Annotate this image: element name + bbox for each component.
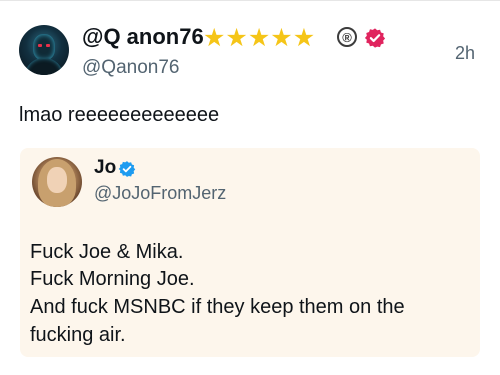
registered-icon: ®	[337, 27, 357, 47]
avatar-eye	[38, 44, 42, 47]
quoted-post-text-line: fucking air.	[30, 324, 126, 346]
quoted-author-display-name[interactable]: Jo	[94, 157, 116, 179]
quoted-post-text-line: And fuck MSNBC if they keep them on the	[30, 296, 405, 318]
quoted-author-avatar[interactable]	[32, 157, 82, 207]
avatar-face	[33, 34, 55, 60]
quoted-author-handle[interactable]: @JoJoFromJerz	[94, 183, 226, 204]
avatar-eye	[46, 44, 50, 47]
verified-badge-icon[interactable]	[364, 27, 386, 49]
star-icon: ★	[203, 23, 226, 52]
avatar-face	[47, 167, 67, 193]
post-timestamp[interactable]: 2h	[455, 43, 475, 64]
verified-badge-icon	[118, 161, 136, 177]
post-text: lmao reeeeeeeeeeeee	[19, 104, 220, 126]
author-avatar[interactable]	[19, 25, 69, 75]
quoted-post-card[interactable]: Jo @JoJoFromJerz Fuck Joe & Mika. Fuck M…	[20, 148, 480, 357]
divider	[0, 0, 500, 1]
star-icon: ★	[292, 23, 316, 52]
star-icon: ★	[270, 23, 293, 52]
star-icon: ★	[225, 23, 248, 52]
quoted-post-text-line: Fuck Joe & Mika.	[30, 241, 184, 263]
star-emoji-row: ★ ★ ★ ★ ★	[203, 24, 315, 52]
author-handle[interactable]: @Qanon76	[82, 57, 179, 79]
avatar-body	[25, 58, 63, 75]
star-icon: ★	[247, 23, 271, 52]
quoted-post-text-line: Fuck Morning Joe.	[30, 268, 195, 290]
author-display-name[interactable]: @Q anon76	[82, 24, 204, 50]
